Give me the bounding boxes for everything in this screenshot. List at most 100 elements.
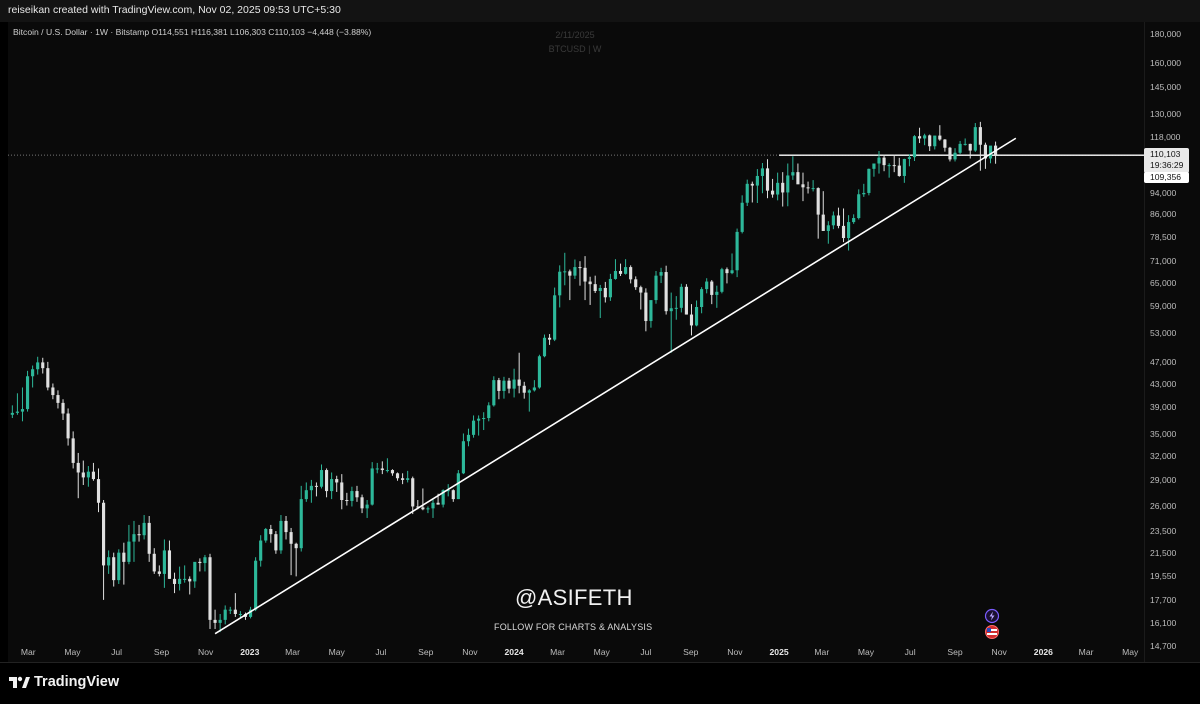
time-tick-label: Sep	[947, 647, 963, 657]
candle-body	[923, 135, 927, 139]
candle-body	[112, 557, 116, 581]
price-tick-label: 16,100	[1150, 618, 1177, 629]
time-tick-label: May	[1122, 647, 1139, 657]
price-tick-label: 43,000	[1150, 378, 1177, 389]
time-tick-label: Nov	[462, 647, 478, 657]
candle-body	[477, 418, 481, 421]
candle-body	[395, 473, 400, 479]
tradingview-logo-icon	[8, 674, 30, 690]
price-tick-label: 86,000	[1150, 209, 1177, 220]
candle-body	[20, 409, 25, 412]
candle-body	[61, 402, 65, 414]
chart-pane[interactable]	[8, 22, 1144, 662]
support-trendline	[214, 137, 1017, 635]
candle-body	[841, 225, 846, 239]
candle-body	[198, 561, 202, 564]
candle-body	[517, 379, 521, 386]
credit-text: reiseikan created with TradingView.com, …	[8, 4, 341, 16]
candle-body	[857, 194, 861, 219]
candle-body	[943, 139, 947, 148]
candle-body	[172, 578, 177, 584]
candle-body	[502, 380, 506, 391]
candle-body	[370, 468, 374, 505]
candle-body	[735, 231, 739, 271]
time-tick-label: Nov	[727, 647, 743, 657]
candle-body	[380, 468, 384, 471]
event-icons	[984, 608, 1000, 639]
candle-body	[892, 165, 896, 167]
candle-body	[330, 479, 334, 492]
price-tick-label: 29,000	[1150, 474, 1177, 485]
candle-body	[325, 470, 329, 492]
time-tick-label: Nov	[991, 647, 1007, 657]
candle-body	[933, 135, 937, 147]
candle-body	[25, 376, 30, 410]
candle-body	[289, 532, 293, 544]
candle-body	[142, 522, 146, 536]
candle-body	[66, 413, 70, 439]
candle-body	[674, 307, 678, 309]
candle-body	[877, 157, 881, 164]
candle-body	[147, 522, 151, 554]
tradingview-logo[interactable]: TradingView	[8, 674, 119, 690]
candle-body	[31, 369, 35, 377]
candle-body	[725, 269, 729, 274]
candle-body	[117, 552, 121, 581]
candle-body	[765, 168, 770, 191]
candle-body	[912, 136, 917, 158]
time-tick-label: 2023	[240, 647, 260, 657]
candle-body	[132, 534, 136, 542]
candle-body	[755, 175, 759, 186]
candle-body	[71, 438, 75, 463]
candle-body	[350, 491, 354, 501]
candle-body	[745, 183, 749, 203]
candle-body	[157, 571, 161, 574]
candle-body	[917, 136, 922, 139]
candle-body	[836, 215, 841, 226]
candle-body	[218, 619, 222, 623]
price-tick-label: 78,500	[1150, 231, 1177, 242]
candle-body	[233, 609, 237, 614]
price-tick-label: 32,000	[1150, 450, 1177, 461]
candle-body	[375, 468, 379, 470]
price-tick-label: 65,000	[1150, 277, 1177, 288]
candle-body	[948, 147, 952, 160]
candle-body	[507, 380, 511, 389]
candle-body	[471, 420, 476, 435]
candle-body	[953, 152, 957, 160]
price-tick-label: 94,000	[1150, 187, 1177, 198]
candle-body	[264, 528, 268, 541]
price-tick-label: 47,000	[1150, 356, 1177, 367]
time-tick-label: Sep	[418, 647, 434, 657]
candle-body	[178, 578, 182, 584]
author-tagline: FOLLOW FOR CHARTS & ANALYSIS	[494, 622, 653, 632]
candle-body	[958, 143, 962, 153]
event-markers[interactable]	[983, 608, 1001, 640]
time-tick-label: 2025	[769, 647, 789, 657]
candle-body	[644, 292, 648, 322]
candle-body	[456, 473, 460, 500]
candle-body	[831, 215, 835, 226]
candle-body	[988, 145, 993, 159]
candle-body	[568, 271, 572, 276]
secondary-price-badge: 109,356	[1144, 172, 1189, 184]
candle-body	[796, 172, 800, 185]
last-price-value: 110,103	[1150, 149, 1181, 160]
candle-body	[588, 281, 592, 285]
candle-body	[826, 225, 830, 231]
candle-body	[401, 478, 405, 480]
price-tick-label: 21,500	[1150, 547, 1177, 558]
candle-body	[213, 619, 217, 623]
candle-body	[183, 578, 187, 580]
candle-body	[882, 157, 886, 166]
candle-body	[852, 218, 856, 223]
time-tick-label: 2026	[1033, 647, 1053, 657]
candle-body	[558, 271, 562, 296]
candle-body	[613, 270, 618, 279]
price-tick-label: 14,700	[1150, 640, 1177, 651]
time-tick-label: Jul	[904, 647, 916, 657]
candle-body	[669, 308, 673, 312]
price-tick-label: 53,000	[1150, 327, 1177, 338]
watermark-date: 2/11/2025	[555, 30, 595, 40]
footer-bar	[0, 662, 1200, 704]
